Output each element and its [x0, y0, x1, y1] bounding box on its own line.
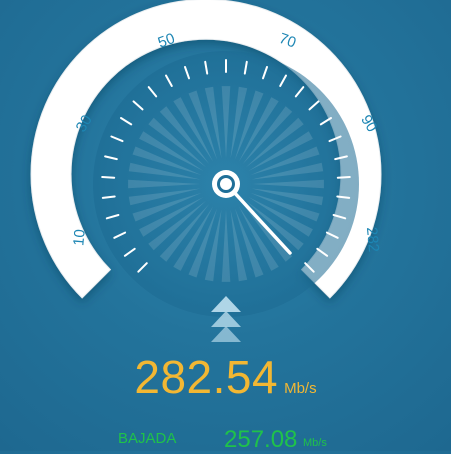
download-value: 257.08: [224, 426, 298, 453]
dial-tick: [101, 176, 116, 179]
speed-value: 282.54: [134, 351, 279, 403]
dial-tick: [336, 195, 351, 199]
dial-tick: [101, 195, 116, 199]
current-speed: 282.54 Mb/s: [0, 350, 451, 404]
speed-unit: Mb/s: [284, 380, 317, 397]
download-unit: Mb/s: [303, 437, 327, 449]
needle-hub-inner: [220, 178, 232, 190]
download-label: BAJADA: [118, 430, 177, 447]
dial-tick: [336, 176, 351, 179]
scale-label-10: 10: [70, 229, 88, 247]
scale-label-max: 282: [363, 226, 382, 252]
